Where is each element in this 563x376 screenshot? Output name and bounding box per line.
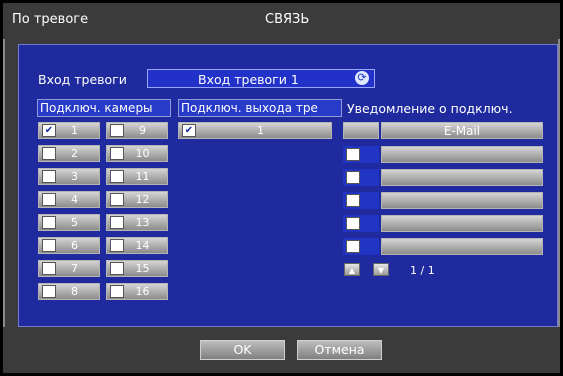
checkbox-icon xyxy=(346,240,360,253)
outputs-column-header: Подключ. выхода тре xyxy=(178,99,342,117)
camera-channel-item[interactable]: 14 xyxy=(106,237,168,254)
checkbox-icon xyxy=(346,217,360,230)
ok-button[interactable]: OK xyxy=(200,340,285,360)
camera-number: 15 xyxy=(135,262,150,275)
camera-channel-item[interactable]: 9 xyxy=(106,122,168,139)
breadcrumb: По тревоге xyxy=(12,12,89,27)
camera-channel-item[interactable]: 2 xyxy=(38,145,100,162)
camera-number: 3 xyxy=(71,170,78,183)
checkbox-icon xyxy=(42,285,56,298)
dialog-title: СВЯЗЬ xyxy=(265,12,310,27)
camera-channel-item[interactable]: 15 xyxy=(106,260,168,277)
page-up-icon[interactable]: ▲ xyxy=(344,263,360,276)
checkbox-icon xyxy=(346,171,360,184)
camera-number: 2 xyxy=(71,147,78,160)
notify-checkbox-row[interactable] xyxy=(343,238,379,255)
camera-channel-item[interactable]: 4 xyxy=(38,191,100,208)
camera-number: 10 xyxy=(135,147,150,160)
checkbox-icon xyxy=(110,216,124,229)
camera-number: 5 xyxy=(71,216,78,229)
output-item[interactable]: ✔ 1 xyxy=(178,122,332,139)
checkbox-icon xyxy=(42,262,56,275)
checkbox-icon xyxy=(42,147,56,160)
camera-number: 7 xyxy=(71,262,78,275)
camera-channel-item[interactable]: ✔ 1 xyxy=(38,122,100,139)
checkbox-icon xyxy=(110,262,124,275)
checkbox-icon xyxy=(110,170,124,183)
camera-number: 6 xyxy=(71,239,78,252)
notify-row[interactable] xyxy=(381,192,543,209)
checkbox-icon xyxy=(110,285,124,298)
notify-row[interactable] xyxy=(381,238,543,255)
notify-checkbox-row[interactable] xyxy=(343,146,379,163)
checkbox-icon xyxy=(346,194,360,207)
camera-channel-item[interactable]: 10 xyxy=(106,145,168,162)
camera-channel-item[interactable]: 5 xyxy=(38,214,100,231)
notify-email-label: E-Mail xyxy=(443,123,481,138)
camera-number: 16 xyxy=(135,285,150,298)
notify-column-header: Уведомление о подключ. xyxy=(347,101,513,116)
camera-channel-item[interactable]: 13 xyxy=(106,214,168,231)
checkbox-icon xyxy=(110,193,124,206)
checkbox-icon xyxy=(42,170,56,183)
checkbox-checked-icon: ✔ xyxy=(182,124,196,137)
camera-number: 14 xyxy=(135,239,150,252)
camera-channel-item[interactable]: 3 xyxy=(38,168,100,185)
camera-number: 12 xyxy=(135,193,150,206)
camera-channel-item[interactable]: 6 xyxy=(38,237,100,254)
notify-blank-cell xyxy=(343,122,379,139)
page-down-icon[interactable]: ▼ xyxy=(373,263,389,276)
alarm-input-value: Вход тревоги 1 xyxy=(198,72,299,87)
notify-email-row[interactable]: E-Mail xyxy=(381,122,543,139)
checkbox-icon xyxy=(110,124,124,137)
notify-row[interactable] xyxy=(381,146,543,163)
camera-channel-item[interactable]: 11 xyxy=(106,168,168,185)
camera-number: 8 xyxy=(71,285,78,298)
checkbox-icon xyxy=(42,239,56,252)
alarm-input-label: Вход тревоги xyxy=(38,72,127,87)
camera-number: 9 xyxy=(139,124,146,137)
checkbox-icon xyxy=(42,216,56,229)
checkbox-icon xyxy=(42,193,56,206)
camera-number: 1 xyxy=(71,124,78,137)
output-number: 1 xyxy=(257,124,264,137)
checkbox-icon xyxy=(110,239,124,252)
checkbox-icon xyxy=(346,148,360,161)
refresh-icon[interactable]: ⟳ xyxy=(355,71,369,85)
checkbox-checked-icon: ✔ xyxy=(42,124,56,137)
camera-number: 11 xyxy=(135,170,150,183)
camera-channel-item[interactable]: 16 xyxy=(106,283,168,300)
notify-checkbox-row[interactable] xyxy=(343,192,379,209)
cameras-column-header: Подключ. камеры xyxy=(37,99,171,117)
notify-checkbox-row[interactable] xyxy=(343,215,379,232)
checkbox-icon xyxy=(110,147,124,160)
camera-number: 4 xyxy=(71,193,78,206)
notify-checkbox-row[interactable] xyxy=(343,169,379,186)
camera-channel-item[interactable]: 7 xyxy=(38,260,100,277)
camera-channel-item[interactable]: 12 xyxy=(106,191,168,208)
camera-channel-item[interactable]: 8 xyxy=(38,283,100,300)
cancel-button[interactable]: Отмена xyxy=(297,340,382,360)
page-indicator: 1 / 1 xyxy=(410,264,435,277)
camera-number: 13 xyxy=(135,216,150,229)
notify-row[interactable] xyxy=(381,169,543,186)
notify-row[interactable] xyxy=(381,215,543,232)
